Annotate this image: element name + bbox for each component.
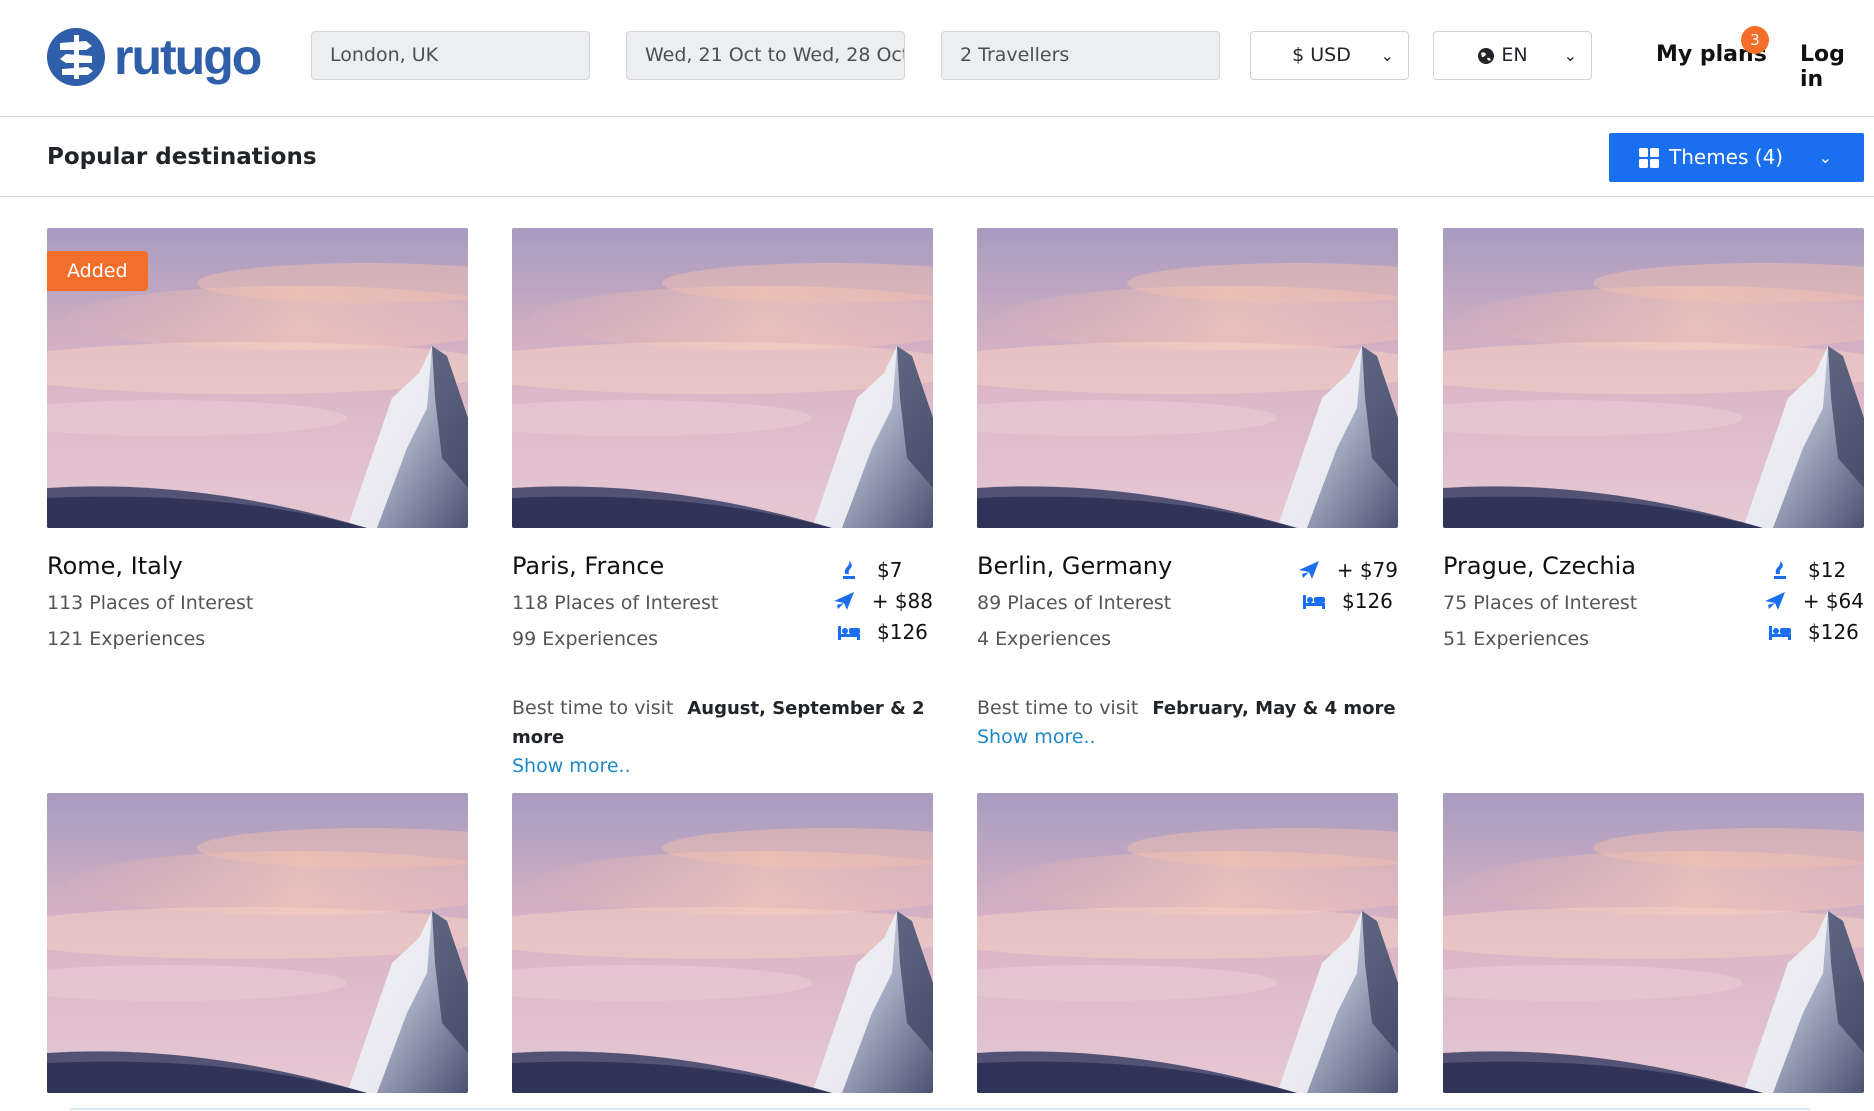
destination-image[interactable] xyxy=(1443,793,1864,1093)
destination-card[interactable]: Added Rome, Italy 113 Places of Interest… xyxy=(47,228,468,650)
best-time-to-visit: Best time to visit August, September & 2 … xyxy=(512,694,942,780)
price-value: $7 xyxy=(877,557,903,582)
show-more-link[interactable]: Show more.. xyxy=(512,755,631,777)
price-row: + $88 xyxy=(832,585,933,616)
price-value: + $79 xyxy=(1336,557,1398,582)
train-icon xyxy=(843,560,855,579)
train-icon xyxy=(1774,560,1786,579)
destination-image[interactable] xyxy=(977,793,1398,1093)
plane-icon xyxy=(833,591,854,610)
horizontal-scrollbar[interactable] xyxy=(70,1108,1810,1110)
destination-card[interactable]: Paris, France 118 Places of Interest 99 … xyxy=(512,228,933,777)
price-value: + $64 xyxy=(1802,588,1864,613)
bed-icon xyxy=(838,625,860,640)
destination-name[interactable]: Berlin, Germany xyxy=(977,552,1172,580)
chevron-down-icon: ⌄ xyxy=(1380,46,1394,65)
destination-image[interactable] xyxy=(1443,228,1864,528)
price-value: + $88 xyxy=(871,588,933,613)
grid-icon xyxy=(1639,148,1659,168)
destination-image[interactable] xyxy=(977,228,1398,528)
price-row: $126 xyxy=(1763,616,1864,647)
themes-dropdown-button[interactable]: Themes (4) ⌄ xyxy=(1609,133,1864,182)
best-time-months: February, May & 4 more xyxy=(1152,698,1396,719)
destination-card[interactable] xyxy=(1443,793,1864,1093)
added-badge: Added xyxy=(47,251,148,291)
price-row: + $79 xyxy=(1297,554,1398,585)
price-row: $126 xyxy=(832,616,933,647)
bed-icon xyxy=(1769,625,1791,640)
destination-image[interactable] xyxy=(47,793,468,1093)
price-row: $12 xyxy=(1763,554,1864,585)
my-plans-count-badge: 3 xyxy=(1741,26,1769,54)
experiences-count: 121 Experiences xyxy=(47,628,206,650)
language-label: EN xyxy=(1501,44,1528,66)
globe-icon xyxy=(1478,47,1495,64)
destination-card[interactable] xyxy=(47,793,468,1093)
section-title: Popular destinations xyxy=(47,144,317,170)
price-row: $7 xyxy=(832,554,933,585)
price-value: $126 xyxy=(1808,619,1859,644)
currency-label: $ USD xyxy=(1292,44,1351,66)
experiences-count: 4 Experiences xyxy=(977,628,1111,650)
price-summary: $12 + $64 $126 xyxy=(1763,554,1864,647)
destination-card[interactable]: Berlin, Germany 89 Places of Interest 4 … xyxy=(977,228,1398,748)
show-more-link[interactable]: Show more.. xyxy=(977,726,1096,748)
places-count: 113 Places of Interest xyxy=(47,592,254,614)
destination-name[interactable]: Paris, France xyxy=(512,552,664,580)
location-input[interactable]: London, UK xyxy=(311,31,590,80)
logo-text: rutugo xyxy=(114,29,262,85)
price-summary: + $79 $126 xyxy=(1297,554,1398,616)
destination-card[interactable]: Prague, Czechia 75 Places of Interest 51… xyxy=(1443,228,1864,650)
chevron-down-icon: ⌄ xyxy=(1563,46,1577,65)
best-time-label: Best time to visit xyxy=(512,697,674,719)
places-count: 89 Places of Interest xyxy=(977,592,1172,614)
price-value: $126 xyxy=(877,619,928,644)
themes-label: Themes (4) xyxy=(1669,145,1784,169)
popular-destinations-bar: Popular destinations Themes (4) ⌄ xyxy=(0,117,1874,197)
travellers-input[interactable]: 2 Travellers xyxy=(941,31,1220,80)
date-range-input[interactable]: Wed, 21 Oct to Wed, 28 Oct xyxy=(626,31,905,80)
logo-globe-icon xyxy=(47,28,105,86)
bed-icon xyxy=(1303,594,1325,609)
price-value: $12 xyxy=(1808,557,1847,582)
destination-image[interactable]: Added xyxy=(47,228,468,528)
experiences-count: 51 Experiences xyxy=(1443,628,1590,650)
currency-dropdown[interactable]: $ USD ⌄ xyxy=(1250,31,1409,80)
logo[interactable]: rutugo xyxy=(46,27,262,87)
destination-card[interactable] xyxy=(512,793,933,1093)
chevron-down-icon: ⌄ xyxy=(1818,148,1832,167)
destination-image[interactable] xyxy=(512,228,933,528)
places-count: 118 Places of Interest xyxy=(512,592,719,614)
plane-icon xyxy=(1764,591,1785,610)
destination-image[interactable] xyxy=(512,793,933,1093)
price-row: + $64 xyxy=(1763,585,1864,616)
best-time-label: Best time to visit xyxy=(977,697,1139,719)
price-row: $126 xyxy=(1297,585,1398,616)
best-time-to-visit: Best time to visit February, May & 4 more… xyxy=(977,694,1407,751)
experiences-count: 99 Experiences xyxy=(512,628,659,650)
destination-name[interactable]: Rome, Italy xyxy=(47,552,183,580)
price-summary: $7 + $88 $126 xyxy=(832,554,933,647)
login-link[interactable]: Log in xyxy=(1800,42,1874,92)
language-dropdown[interactable]: EN ⌄ xyxy=(1433,31,1592,80)
price-value: $126 xyxy=(1342,588,1393,613)
plane-icon xyxy=(1298,560,1319,579)
places-count: 75 Places of Interest xyxy=(1443,592,1638,614)
destination-card[interactable] xyxy=(977,793,1398,1093)
destination-name[interactable]: Prague, Czechia xyxy=(1443,552,1636,580)
top-navbar: rutugo London, UK Wed, 21 Oct to Wed, 28… xyxy=(0,0,1874,117)
